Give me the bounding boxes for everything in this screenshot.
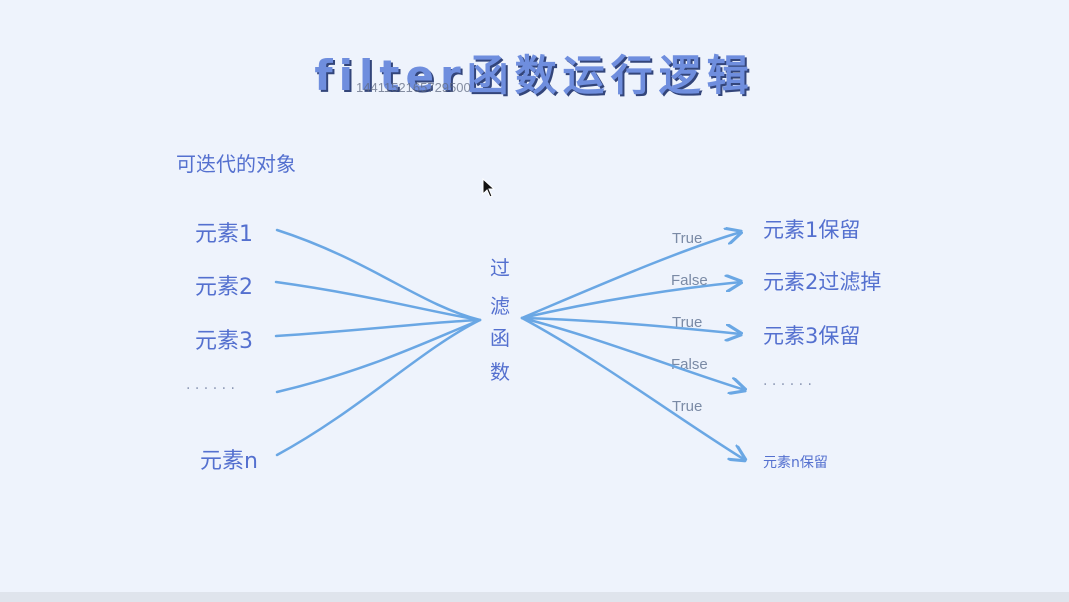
output-arrow-4 xyxy=(520,316,745,390)
slide: filter函数运行逻辑 1441152165729500 可迭代的对象 元素1… xyxy=(0,0,1069,592)
output-arrow-5 xyxy=(520,316,745,460)
mouse-pointer-icon xyxy=(482,178,496,198)
input-line-1 xyxy=(275,228,482,322)
flow-lines xyxy=(274,0,1069,592)
bottom-band xyxy=(0,592,1069,602)
input-line-5 xyxy=(275,318,482,457)
input-line-2 xyxy=(274,280,482,322)
output-arrow-2 xyxy=(520,282,741,320)
output-arrow-1 xyxy=(520,232,741,320)
input-line-4 xyxy=(275,318,482,394)
